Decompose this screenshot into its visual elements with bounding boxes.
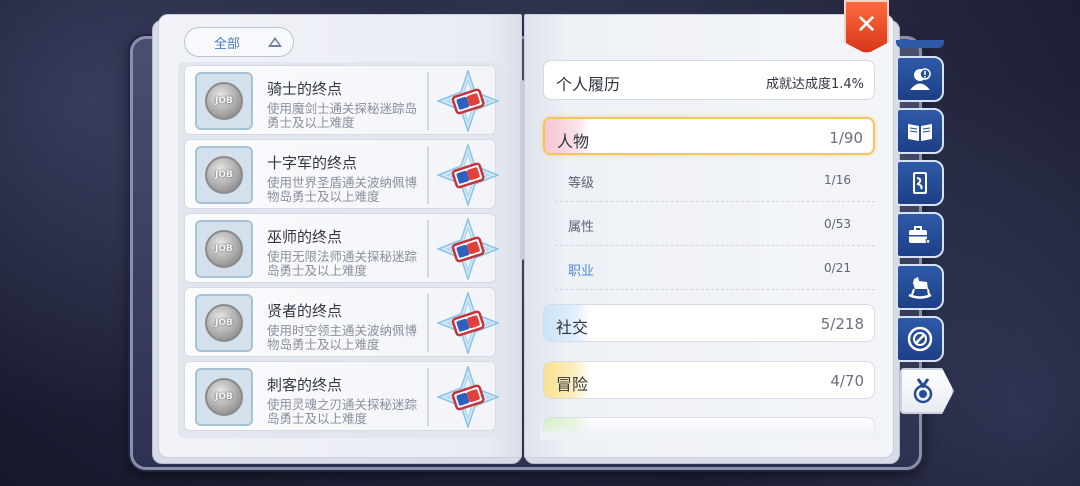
divider bbox=[427, 72, 429, 130]
book-icon bbox=[908, 124, 932, 141]
ticket-reward-icon bbox=[437, 70, 499, 132]
divider bbox=[427, 368, 429, 426]
subcategory-label: 属性 bbox=[568, 220, 595, 235]
achievement-card[interactable]: JOB 巫师的终点 使用无限法师通关探秘迷踪岛勇士及以上难度 bbox=[184, 213, 499, 283]
category-count: 4/70 bbox=[830, 372, 864, 390]
subcategory-count: 0/53 bbox=[824, 217, 851, 231]
subcategory-label: 职业 bbox=[568, 264, 595, 279]
category-social[interactable]: 社交 5/218 bbox=[543, 304, 875, 342]
ticket-reward-icon bbox=[437, 218, 499, 280]
job-badge-icon: JOB bbox=[195, 294, 253, 352]
filter-dropdown[interactable]: 全部 bbox=[184, 27, 294, 57]
achievement-desc: 使用魔剑士通关探秘迷踪岛勇士及以上难度 bbox=[267, 101, 418, 130]
subcategory-attribute[interactable]: 属性 0/53 bbox=[555, 202, 875, 246]
resume-header: 个人履历 成就达成度1.4% bbox=[543, 60, 875, 100]
filter-label: 全部 bbox=[214, 36, 241, 52]
tab-profile[interactable] bbox=[896, 56, 944, 102]
job-badge-text: JOB bbox=[215, 244, 233, 254]
tab-card[interactable] bbox=[896, 160, 944, 206]
achievement-title: 刺客的终点 bbox=[267, 376, 343, 394]
tab-edge bbox=[896, 40, 944, 48]
category-count: 5/218 bbox=[820, 315, 864, 333]
job-badge-icon: JOB bbox=[195, 146, 253, 204]
achievement-title: 十字军的终点 bbox=[267, 154, 358, 172]
compass-icon bbox=[907, 326, 933, 352]
job-badge-text: JOB bbox=[215, 170, 233, 180]
achievement-desc: 使用世界圣盾通关波纳佩博物岛勇士及以上难度 bbox=[267, 175, 418, 204]
achievement-desc: 使用无限法师通关探秘迷踪岛勇士及以上难度 bbox=[267, 249, 418, 278]
category-character[interactable]: 人物 1/90 bbox=[543, 117, 875, 155]
medal-icon bbox=[913, 378, 933, 404]
subcategory-job[interactable]: 职业 0/21 bbox=[555, 246, 875, 290]
category-label: 冒险 bbox=[556, 375, 589, 394]
job-badge-text: JOB bbox=[215, 318, 233, 328]
tab-book[interactable] bbox=[896, 108, 944, 154]
subcategory-level[interactable]: 等级 1/16 bbox=[555, 158, 875, 202]
achievement-card[interactable]: JOB 骑士的终点 使用魔剑士通关探秘迷踪岛勇士及以上难度 bbox=[184, 65, 499, 135]
category-label: 人物 bbox=[557, 132, 590, 151]
divider bbox=[427, 220, 429, 278]
divider bbox=[427, 294, 429, 352]
profile-icon bbox=[910, 68, 931, 90]
achievement-desc: 使用时空领主通关波纳佩博物岛勇士及以上难度 bbox=[267, 323, 418, 352]
job-badge-text: JOB bbox=[215, 392, 233, 402]
tab-compass[interactable] bbox=[896, 316, 944, 362]
card-icon bbox=[913, 172, 927, 194]
ticket-reward-icon bbox=[437, 144, 499, 206]
achievement-card[interactable]: JOB 刺客的终点 使用灵魂之刃通关探秘迷踪岛勇士及以上难度 bbox=[184, 361, 499, 431]
category-count: 1/90 bbox=[829, 129, 863, 147]
scrollbar[interactable] bbox=[520, 80, 524, 260]
divider bbox=[427, 146, 429, 204]
category-adventure[interactable]: 冒险 4/70 bbox=[543, 361, 875, 399]
subcategory-count: 0/21 bbox=[824, 261, 851, 275]
ticket-reward-icon bbox=[437, 366, 499, 428]
subcategory-label: 等级 bbox=[568, 176, 595, 191]
job-badge-text: JOB bbox=[215, 96, 233, 106]
job-badge-icon: JOB bbox=[195, 72, 253, 130]
tab-toy[interactable] bbox=[896, 264, 944, 310]
ticket-reward-icon bbox=[437, 292, 499, 354]
close-icon: ✕ bbox=[855, 10, 878, 40]
rocking-horse-icon bbox=[908, 277, 932, 299]
triangle-up-icon bbox=[268, 37, 282, 47]
subcategory-count: 1/16 bbox=[824, 173, 851, 187]
achievement-desc: 使用灵魂之刃通关探秘迷踪岛勇士及以上难度 bbox=[267, 397, 418, 426]
tab-briefcase[interactable] bbox=[896, 212, 944, 258]
job-badge-icon: JOB bbox=[195, 220, 253, 278]
achievement-title: 巫师的终点 bbox=[267, 228, 343, 246]
job-badge-icon: JOB bbox=[195, 368, 253, 426]
achievement-card[interactable]: JOB 十字军的终点 使用世界圣盾通关波纳佩博物岛勇士及以上难度 bbox=[184, 139, 499, 209]
category-label: 社交 bbox=[556, 318, 589, 337]
achievement-title: 贤者的终点 bbox=[267, 302, 343, 320]
achievement-card[interactable]: JOB 贤者的终点 使用时空领主通关波纳佩博物岛勇士及以上难度 bbox=[184, 287, 499, 357]
list-fade bbox=[540, 416, 880, 440]
completion-rate: 成就达成度1.4% bbox=[765, 77, 864, 92]
achievement-title: 骑士的终点 bbox=[267, 80, 343, 98]
achievement-list[interactable]: JOB 骑士的终点 使用魔剑士通关探秘迷踪岛勇士及以上难度 JOB 十字军的终点… bbox=[178, 62, 506, 438]
briefcase-heart-icon bbox=[909, 226, 931, 245]
resume-title: 个人履历 bbox=[556, 75, 621, 94]
